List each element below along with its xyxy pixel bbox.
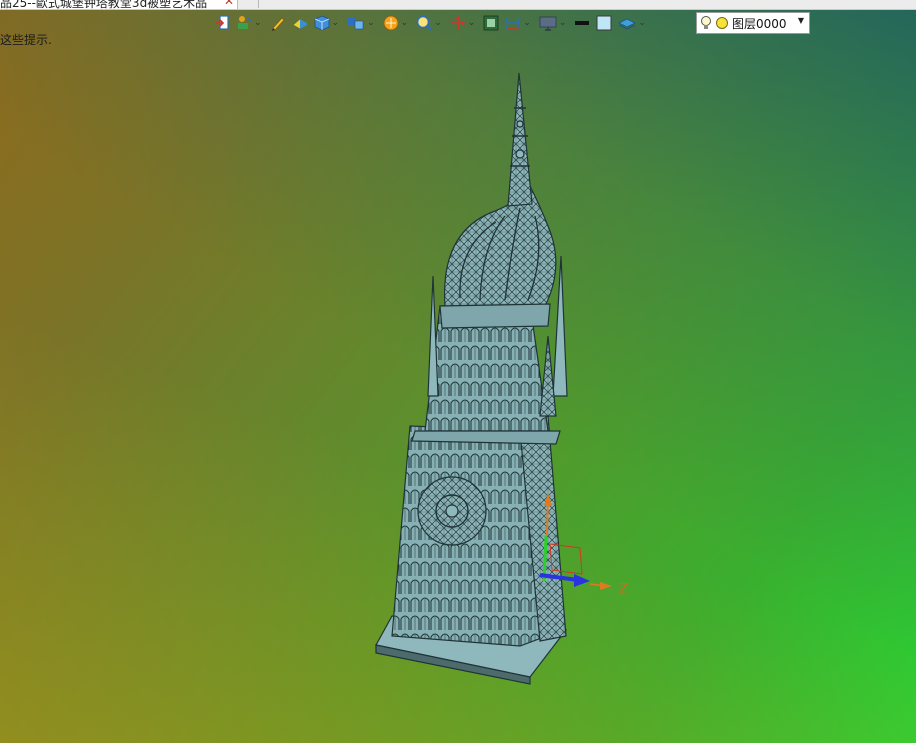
snap-point-icon [238, 16, 252, 29]
close-icon[interactable]: ✕ [224, 0, 234, 8]
fill-color-icon [596, 15, 612, 31]
render-style-icon [383, 15, 399, 31]
layer-status-icon [716, 17, 728, 29]
cathedral-tower-model[interactable] [375, 72, 568, 685]
axis-label-z: Z [618, 580, 628, 598]
cube-view-icon [314, 15, 329, 31]
pan-button[interactable]: ⌄ [448, 12, 480, 34]
tab-separator [258, 0, 259, 8]
snap-point-button[interactable]: ⌄ [234, 12, 266, 34]
chevron-down-icon: ⌄ [400, 17, 409, 28]
chevron-down-icon: ⌄ [467, 17, 476, 28]
document-tab-title: 品25--歐式城堡钟塔教堂3d被塑艺术品 [0, 0, 208, 9]
view-cubes-button[interactable]: ⌄ [345, 12, 379, 34]
exit-button[interactable] [212, 12, 232, 34]
layer-selector-value: 图层0000 [732, 16, 787, 31]
chevron-down-icon: ⌄ [254, 17, 262, 28]
layer-manager-icon [618, 18, 637, 30]
view-cubes-icon [348, 17, 364, 30]
zoom-icon [416, 15, 432, 31]
pan-icon [450, 16, 465, 30]
layer-selector[interactable]: 图层0000 ▼ [696, 12, 810, 34]
document-tab-bar: 品25--歐式城堡钟塔教堂3d被塑艺术品 ✕ [0, 0, 916, 10]
line-color-button[interactable] [572, 12, 592, 34]
dimension-icon [506, 17, 520, 30]
display-button[interactable]: ⌄ [537, 12, 571, 34]
fit-view-button[interactable] [481, 12, 501, 34]
chevron-down-icon: ⌄ [331, 17, 340, 28]
chevron-down-icon[interactable]: ▼ [798, 16, 804, 25]
display-icon [539, 16, 557, 31]
view-toolbar: ⌄ ⌄ ⌄ ⌄ ⌄ ⌄ ⌄ ⌄ ⌄ [212, 11, 650, 35]
exit-icon [215, 15, 229, 30]
chevron-down-icon: ⌄ [558, 17, 567, 28]
chevron-down-icon: ⌄ [523, 17, 531, 28]
chevron-down-icon: ⌄ [434, 17, 442, 28]
spire [507, 72, 533, 207]
pen-button[interactable] [268, 12, 288, 34]
eraser-button[interactable] [290, 12, 310, 34]
cube-view-button[interactable]: ⌄ [312, 12, 344, 34]
fit-view-icon [483, 15, 499, 31]
render-style-button[interactable]: ⌄ [381, 12, 413, 34]
chevron-down-icon: ⌄ [367, 17, 375, 28]
zoom-button[interactable]: ⌄ [414, 12, 446, 34]
dimension-button[interactable]: ⌄ [503, 12, 535, 34]
pen-icon [271, 17, 285, 31]
chevron-down-icon: ⌄ [638, 17, 646, 28]
layer-manager-button[interactable]: ⌄ [616, 12, 650, 34]
fill-color-button[interactable] [594, 12, 614, 34]
3d-viewport[interactable]: Z [0, 36, 916, 743]
document-tab[interactable]: 品25--歐式城堡钟塔教堂3d被塑艺术品 ✕ [0, 0, 238, 9]
eraser-icon [291, 18, 308, 30]
lightbulb-icon[interactable] [700, 15, 712, 31]
line-color-icon [575, 21, 590, 25]
